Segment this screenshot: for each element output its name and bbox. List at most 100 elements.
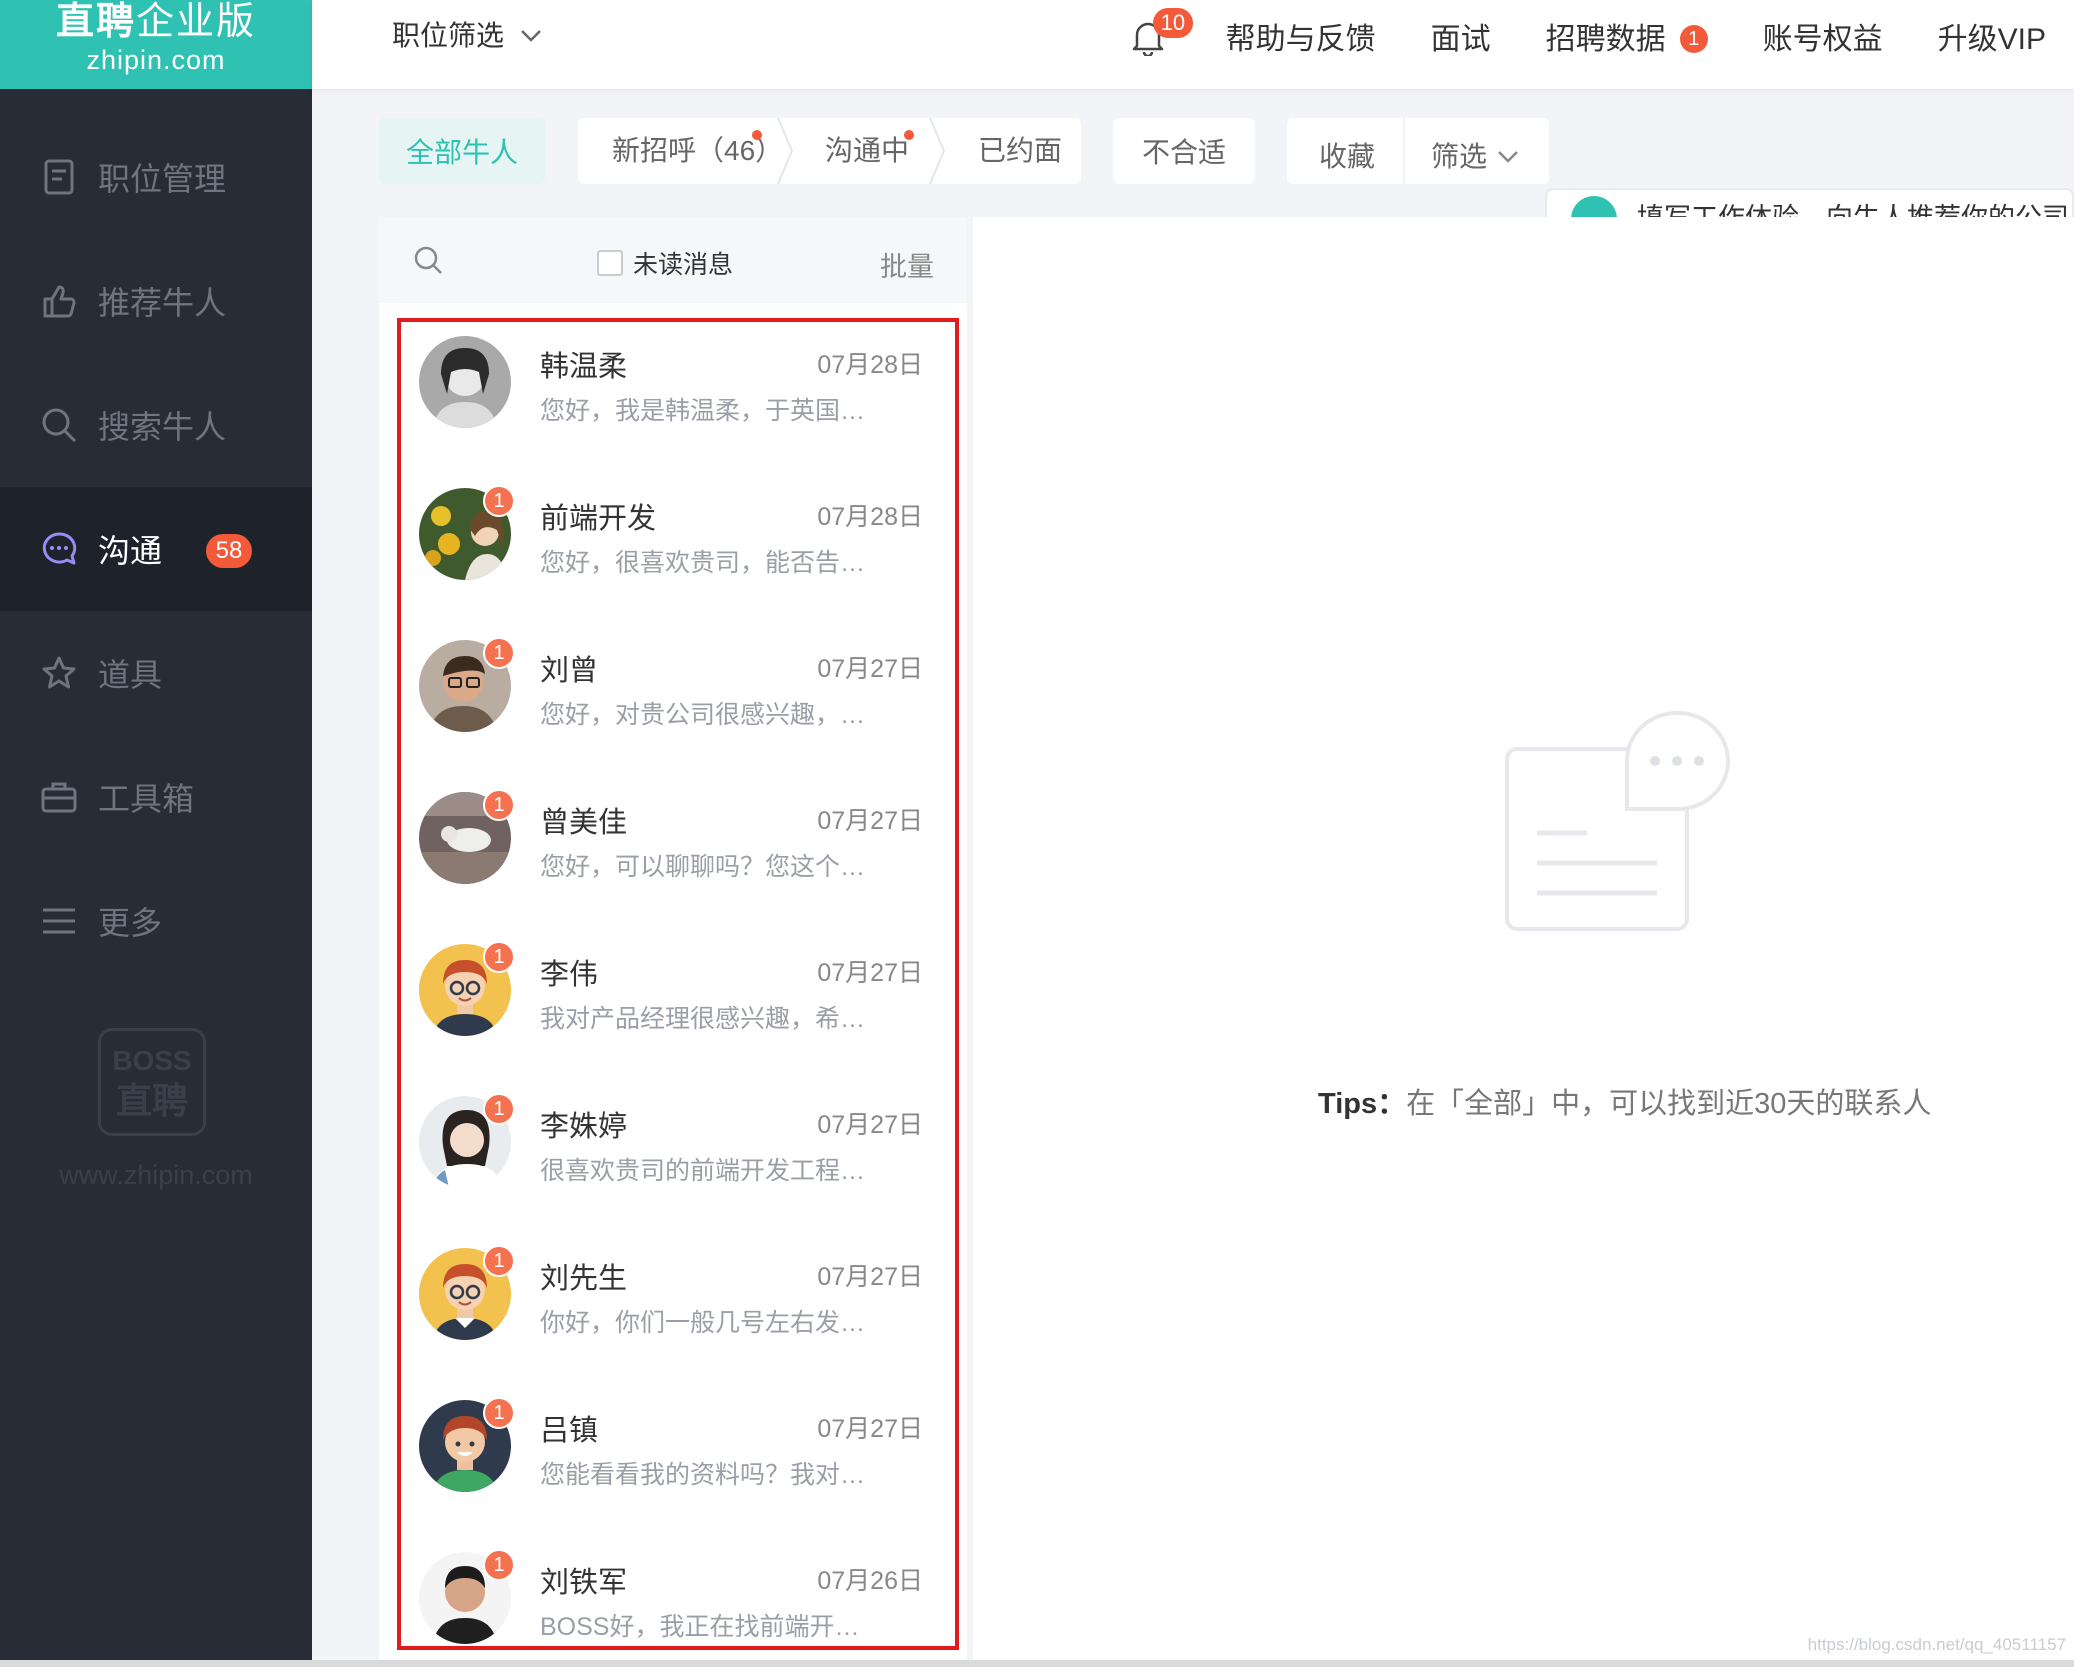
message-preview: 您好，可以聊聊吗？您这个… bbox=[540, 853, 866, 881]
chevron-separator-icon bbox=[777, 118, 794, 184]
conversation-item[interactable]: 1 刘铁军 07月26日 BOSS好，我正在找前端开… bbox=[397, 1535, 959, 1667]
sidebar-item-props[interactable]: 道具 bbox=[0, 611, 312, 735]
sidebar-item-label: 搜索牛人 bbox=[98, 409, 227, 445]
conversation-item[interactable]: 1 李姝婷 07月27日 很喜欢贵司的前端开发工程… bbox=[397, 1079, 959, 1231]
unread-count-badge: 1 bbox=[483, 941, 515, 973]
favorites-filter-box: 收藏 筛选 bbox=[1287, 118, 1549, 184]
unread-checkbox[interactable] bbox=[597, 250, 623, 276]
batch-button[interactable]: 批量 bbox=[880, 245, 934, 284]
sidebar-item-label: 更多 bbox=[98, 905, 163, 941]
briefcase-icon bbox=[1571, 196, 1617, 217]
message-date: 07月27日 bbox=[817, 1263, 923, 1291]
recruit-data-label: 招聘数据 bbox=[1545, 23, 1666, 56]
message-date: 07月27日 bbox=[817, 1111, 923, 1139]
sidebar-item-label: 推荐牛人 bbox=[98, 285, 227, 321]
contact-name: 刘先生 bbox=[540, 1263, 628, 1295]
tab-all-candidates[interactable]: 全部牛人 bbox=[379, 118, 545, 184]
sidebar-nav: 职位管理 推荐牛人 搜索牛人 沟通 58 道具 工具箱 更多 bbox=[0, 115, 312, 983]
message-preview: 我对产品经理很感兴趣，希… bbox=[540, 1005, 866, 1033]
recruit-data-badge: 1 bbox=[1679, 25, 1708, 53]
chevron-down-icon bbox=[1497, 139, 1519, 171]
csdn-watermark: https://blog.csdn.net/qq_40511157 bbox=[1807, 1635, 2066, 1654]
message-preview: 很喜欢贵司的前端开发工程… bbox=[540, 1157, 866, 1185]
star-icon bbox=[40, 654, 78, 692]
job-filter-label: 职位筛选 bbox=[392, 20, 505, 51]
menu-icon bbox=[40, 902, 78, 940]
sidebar-item-label: 沟通 bbox=[98, 533, 163, 569]
message-preview: 您好，对贵公司很感兴趣，… bbox=[540, 701, 866, 729]
conversation-item[interactable]: 1 刘曾 07月27日 您好，对贵公司很感兴趣，… bbox=[397, 623, 959, 775]
chevron-down-icon bbox=[504, 18, 542, 50]
tips-content: 在「全部」中，可以找到近30天的联系人 bbox=[1406, 1088, 1932, 1120]
message-date: 07月27日 bbox=[817, 807, 923, 835]
brand-logo[interactable]: 直聘企业版 zhipin.com bbox=[0, 0, 312, 89]
unread-count-badge: 1 bbox=[483, 637, 515, 669]
sidebar-item-toolbox[interactable]: 工具箱 bbox=[0, 735, 312, 859]
window-bottom-edge bbox=[0, 1660, 2074, 1667]
conversation-item[interactable]: 1 李伟 07月27日 我对产品经理很感兴趣，希… bbox=[397, 927, 959, 1079]
tab-unsuitable[interactable]: 不合适 bbox=[1113, 118, 1255, 184]
unread-count-badge: 1 bbox=[483, 789, 515, 821]
sidebar-item-job-management[interactable]: 职位管理 bbox=[0, 115, 312, 239]
message-preview: 您好，很喜欢贵司，能否告… bbox=[540, 549, 866, 577]
notification-button[interactable]: 10 bbox=[1131, 8, 1194, 56]
briefcase-icon bbox=[40, 778, 78, 816]
contact-name: 李姝婷 bbox=[540, 1111, 628, 1143]
filter-label: 筛选 bbox=[1431, 141, 1488, 172]
search-icon bbox=[40, 406, 78, 444]
tab-new-greetings[interactable]: 新招呼（46） bbox=[612, 118, 783, 184]
notification-badge: 10 bbox=[1152, 8, 1194, 38]
document-icon bbox=[40, 158, 78, 196]
account-rights-link[interactable]: 账号权益 bbox=[1763, 14, 1883, 58]
sidebar-item-search[interactable]: 搜索牛人 bbox=[0, 363, 312, 487]
message-date: 07月28日 bbox=[817, 351, 923, 379]
message-preview: 您好，我是韩温柔，于英国… bbox=[540, 397, 866, 425]
tab-favorites[interactable]: 收藏 bbox=[1319, 135, 1375, 175]
contact-name: 刘曾 bbox=[540, 655, 599, 687]
watermark-url: www.zhipin.com bbox=[59, 1160, 253, 1190]
tab-communicating[interactable]: 沟通中 bbox=[825, 118, 909, 184]
unread-filter[interactable]: 未读消息 bbox=[597, 245, 733, 281]
logo-main-rest: 企业版 bbox=[136, 1, 257, 43]
contact-name: 刘铁军 bbox=[540, 1567, 628, 1599]
conversation-item[interactable]: 1 前端开发 07月28日 您好，很喜欢贵司，能否告… bbox=[397, 471, 959, 623]
sidebar-item-chat[interactable]: 沟通 58 bbox=[0, 487, 312, 611]
message-date: 07月26日 bbox=[817, 1567, 923, 1595]
watermark-line2: 直聘 bbox=[115, 1080, 188, 1121]
unread-count-badge: 1 bbox=[483, 1245, 515, 1277]
promo-banner[interactable]: 填写工作体验，向牛人推荐你的公司 bbox=[1545, 188, 2074, 217]
help-feedback-link[interactable]: 帮助与反馈 bbox=[1226, 14, 1376, 58]
top-right-nav: 10 帮助与反馈 面试 招聘数据 1 账号权益 升级VIP bbox=[1131, 8, 2046, 58]
tab-group-status: 新招呼（46） 沟通中 已约面 bbox=[578, 118, 1081, 184]
conversation-item[interactable]: 1 曾美佳 07月27日 您好，可以聊聊吗？您这个… bbox=[397, 775, 959, 927]
upgrade-vip-link[interactable]: 升级VIP bbox=[1938, 14, 2046, 58]
interview-link[interactable]: 面试 bbox=[1431, 14, 1491, 58]
sidebar-item-more[interactable]: 更多 bbox=[0, 859, 312, 983]
message-preview: 你好，你们一般几号左右发… bbox=[540, 1309, 866, 1337]
top-bar: 职位筛选 10 帮助与反馈 面试 招聘数据 1 账号权益 升级VIP bbox=[312, 0, 2074, 89]
job-filter-dropdown[interactable]: 职位筛选 bbox=[392, 14, 542, 54]
tab-interview-set[interactable]: 已约面 bbox=[978, 118, 1062, 184]
conversation-item[interactable]: 1 刘先生 07月27日 你好，你们一般几号左右发… bbox=[397, 1231, 959, 1383]
watermark-line1: BOSS bbox=[112, 1045, 192, 1076]
message-date: 07月27日 bbox=[817, 959, 923, 987]
logo-sub: zhipin.com bbox=[86, 45, 226, 75]
list-toolbar: 未读消息 批量 bbox=[379, 217, 967, 303]
avatar bbox=[419, 336, 511, 428]
thumbs-up-icon bbox=[40, 282, 78, 320]
message-date: 07月27日 bbox=[817, 1415, 923, 1443]
recruit-data-link[interactable]: 招聘数据 1 bbox=[1546, 14, 1708, 58]
filter-dropdown[interactable]: 筛选 bbox=[1431, 135, 1519, 175]
sidebar-item-recommend[interactable]: 推荐牛人 bbox=[0, 239, 312, 363]
conversation-item[interactable]: 韩温柔 07月28日 您好，我是韩温柔，于英国… bbox=[397, 319, 959, 471]
unread-count-badge: 1 bbox=[483, 485, 515, 517]
message-preview: 您能看看我的资料吗？我对… bbox=[540, 1461, 866, 1489]
conversation-item[interactable]: 1 吕镇 07月27日 您能看看我的资料吗？我对… bbox=[397, 1383, 959, 1535]
boss-watermark-logo: BOSS 直聘 bbox=[98, 1028, 206, 1136]
tips-label: Tips： bbox=[1318, 1088, 1407, 1120]
chevron-separator-icon bbox=[929, 118, 946, 184]
sidebar-item-label: 工具箱 bbox=[98, 781, 195, 817]
message-date: 07月27日 bbox=[817, 655, 923, 683]
contact-name: 李伟 bbox=[540, 959, 599, 991]
search-icon[interactable] bbox=[413, 245, 443, 280]
